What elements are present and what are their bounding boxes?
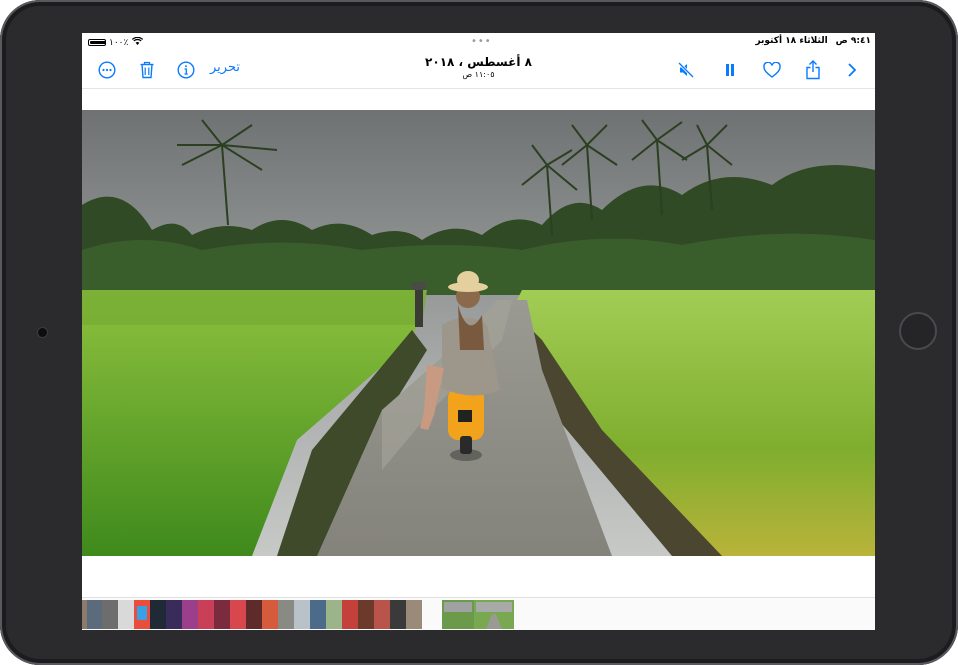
toolbar-divider: [82, 88, 875, 89]
home-button[interactable]: [899, 312, 937, 350]
status-bar: ١٠٠٪ ••• الثلاثاء ١٨ أكتوبر ٩:٤١ ص: [82, 33, 875, 51]
photo-date: ٨ أغسطس ، ٢٠١٨: [425, 55, 532, 69]
speaker-muted-icon[interactable]: [675, 59, 697, 81]
battery-icon: [88, 39, 106, 46]
pause-icon[interactable]: [719, 59, 741, 81]
battery-percent: ١٠٠٪: [109, 37, 129, 48]
multitasking-dots[interactable]: •••: [471, 37, 492, 47]
status-date: الثلاثاء ١٨ أكتوبر: [755, 36, 828, 46]
status-left: ١٠٠٪: [88, 36, 144, 48]
screen: ١٠٠٪ ••• الثلاثاء ١٨ أكتوبر ٩:٤١ ص تحرير…: [82, 33, 875, 630]
chevron-right-icon[interactable]: [841, 59, 863, 81]
thumbnail-filmstrip[interactable]: [82, 597, 875, 630]
rice-field-scooter-photo: [82, 110, 875, 556]
wifi-icon: [132, 36, 144, 48]
photo-time: ١١:٠٥ ص: [462, 70, 495, 79]
status-right: الثلاثاء ١٨ أكتوبر ٩:٤١ ص: [755, 36, 871, 46]
heart-icon[interactable]: [761, 59, 783, 81]
ipad-frame: ١٠٠٪ ••• الثلاثاء ١٨ أكتوبر ٩:٤١ ص تحرير…: [0, 0, 958, 665]
photo-viewer[interactable]: [82, 110, 875, 556]
photo-title: ٨ أغسطس ، ٢٠١٨ ١١:٠٥ ص: [82, 55, 875, 79]
front-camera: [37, 327, 48, 338]
photo-toolbar: تحرير ٨ أغسطس ، ٢٠١٨ ١١:٠٥ ص: [82, 51, 875, 91]
thumbnails: [82, 600, 514, 629]
status-time: ٩:٤١ ص: [835, 36, 871, 46]
share-icon[interactable]: [802, 59, 824, 81]
